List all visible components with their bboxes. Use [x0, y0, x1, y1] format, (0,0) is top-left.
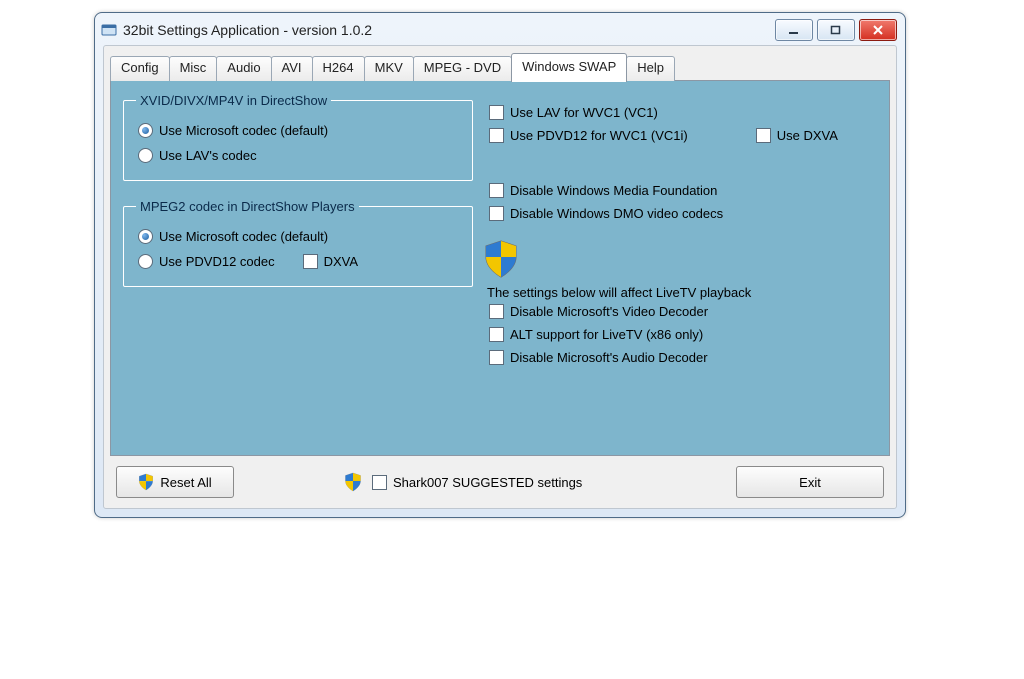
- tab-windows-swap[interactable]: Windows SWAP: [511, 53, 627, 82]
- check-label: Disable Windows Media Foundation: [510, 183, 717, 198]
- bottom-bar: Reset All Shark007 SUGGESTED settings Ex…: [110, 456, 890, 500]
- close-icon: [872, 25, 884, 35]
- check-disable-ms-vdec[interactable]: Disable Microsoft's Video Decoder: [487, 300, 877, 323]
- tab-config[interactable]: Config: [110, 56, 170, 81]
- check-use-dxva[interactable]: Use DXVA: [754, 124, 840, 147]
- minimize-icon: [788, 25, 800, 35]
- check-disable-dmo[interactable]: Disable Windows DMO video codecs: [487, 202, 877, 225]
- check-label: Use PDVD12 for WVC1 (VC1i): [510, 128, 688, 143]
- button-label: Exit: [799, 475, 821, 490]
- titlebar[interactable]: 32bit Settings Application - version 1.0…: [95, 13, 905, 45]
- radio-label: Use Microsoft codec (default): [159, 123, 328, 138]
- check-label: DXVA: [324, 254, 358, 269]
- check-pdvd-vc1i[interactable]: Use PDVD12 for WVC1 (VC1i): [487, 124, 690, 147]
- tab-help[interactable]: Help: [626, 56, 675, 81]
- tab-h264[interactable]: H264: [312, 56, 365, 81]
- check-disable-ms-adec[interactable]: Disable Microsoft's Audio Decoder: [487, 346, 877, 369]
- check-label: ALT support for LiveTV (x86 only): [510, 327, 703, 342]
- window-title: 32bit Settings Application - version 1.0…: [123, 22, 775, 38]
- maximize-button[interactable]: [817, 19, 855, 41]
- check-label: Disable Microsoft's Video Decoder: [510, 304, 708, 319]
- checkbox-icon: [372, 475, 387, 490]
- checkbox-icon: [756, 128, 771, 143]
- radio-xvid-lav[interactable]: Use LAV's codec: [136, 143, 460, 168]
- checkbox-icon: [489, 183, 504, 198]
- check-label: Disable Microsoft's Audio Decoder: [510, 350, 708, 365]
- radio-label: Use PDVD12 codec: [159, 254, 275, 269]
- radio-icon: [138, 229, 153, 244]
- uac-shield-icon: [344, 472, 362, 492]
- group-xvid-legend: XVID/DIVX/MP4V in DirectShow: [136, 93, 331, 108]
- group-mpeg2: MPEG2 codec in DirectShow Players Use Mi…: [123, 199, 473, 287]
- exit-button[interactable]: Exit: [736, 466, 884, 498]
- tab-misc[interactable]: Misc: [169, 56, 218, 81]
- app-icon: [101, 22, 117, 38]
- minimize-button[interactable]: [775, 19, 813, 41]
- checkbox-icon: [489, 105, 504, 120]
- close-button[interactable]: [859, 19, 897, 41]
- radio-icon: [138, 148, 153, 163]
- check-label: Shark007 SUGGESTED settings: [393, 475, 582, 490]
- checkbox-icon: [489, 206, 504, 221]
- group-mpeg2-legend: MPEG2 codec in DirectShow Players: [136, 199, 359, 214]
- radio-label: Use Microsoft codec (default): [159, 229, 328, 244]
- maximize-icon: [830, 25, 842, 35]
- app-window: 32bit Settings Application - version 1.0…: [94, 12, 906, 518]
- check-label: Use DXVA: [777, 128, 838, 143]
- tab-bar: Config Misc Audio AVI H264 MKV MPEG - DV…: [110, 52, 890, 81]
- check-label: Disable Windows DMO video codecs: [510, 206, 723, 221]
- tab-audio[interactable]: Audio: [216, 56, 271, 81]
- checkbox-icon: [303, 254, 318, 269]
- radio-xvid-ms[interactable]: Use Microsoft codec (default): [136, 118, 460, 143]
- group-xvid: XVID/DIVX/MP4V in DirectShow Use Microso…: [123, 93, 473, 181]
- checkbox-icon: [489, 350, 504, 365]
- checkbox-icon: [489, 128, 504, 143]
- checkbox-icon: [489, 304, 504, 319]
- client-area: Config Misc Audio AVI H264 MKV MPEG - DV…: [103, 45, 897, 509]
- radio-label: Use LAV's codec: [159, 148, 257, 163]
- check-lav-vc1[interactable]: Use LAV for WVC1 (VC1): [487, 101, 877, 124]
- check-alt-livetv[interactable]: ALT support for LiveTV (x86 only): [487, 323, 877, 346]
- radio-mpeg2-pdvd[interactable]: Use PDVD12 codec: [136, 249, 277, 274]
- check-disable-wmf[interactable]: Disable Windows Media Foundation: [487, 179, 877, 202]
- button-label: Reset All: [160, 475, 211, 490]
- check-label: Use LAV for WVC1 (VC1): [510, 105, 658, 120]
- radio-icon: [138, 254, 153, 269]
- uac-shield-icon: [483, 239, 519, 279]
- check-suggested-settings[interactable]: Shark007 SUGGESTED settings: [372, 475, 582, 490]
- check-mpeg2-dxva[interactable]: DXVA: [301, 249, 360, 274]
- radio-icon: [138, 123, 153, 138]
- uac-shield-icon: [138, 473, 154, 491]
- livetv-section-label: The settings below will affect LiveTV pl…: [487, 285, 877, 300]
- reset-all-button[interactable]: Reset All: [116, 466, 234, 498]
- tab-panel: XVID/DIVX/MP4V in DirectShow Use Microso…: [110, 80, 890, 456]
- tab-avi[interactable]: AVI: [271, 56, 313, 81]
- radio-mpeg2-ms[interactable]: Use Microsoft codec (default): [136, 224, 460, 249]
- checkbox-icon: [489, 327, 504, 342]
- tab-mkv[interactable]: MKV: [364, 56, 414, 81]
- tab-mpeg-dvd[interactable]: MPEG - DVD: [413, 56, 512, 81]
